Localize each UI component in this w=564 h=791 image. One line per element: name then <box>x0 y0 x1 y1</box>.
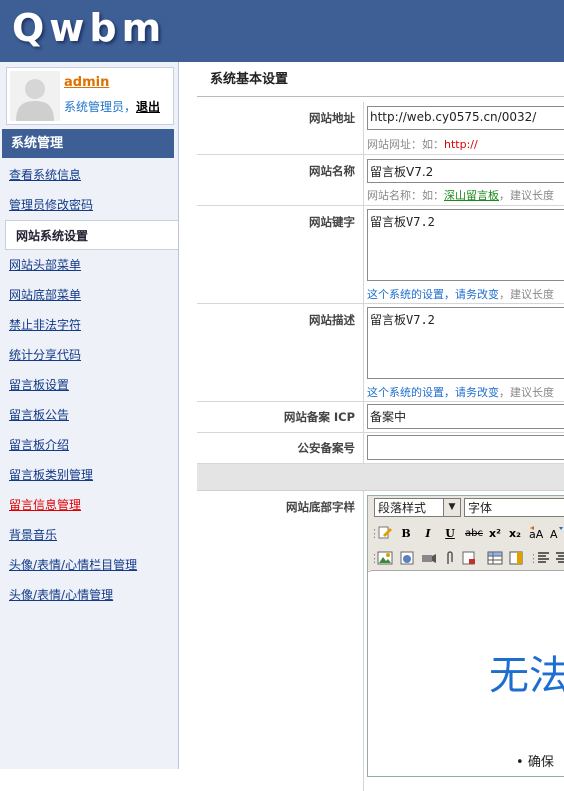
sidebar-item-illegal-chars[interactable]: 禁止非法字符 <box>0 310 178 340</box>
toolbar-grip-icon: ⋮ <box>369 527 380 540</box>
table-icon[interactable] <box>487 550 503 567</box>
section-divider <box>197 464 564 491</box>
attachment-icon[interactable] <box>443 550 457 567</box>
sidebar-item-system-info[interactable]: 查看系统信息 <box>0 160 178 190</box>
sidebar: admin 系统管理员，退出 系统管理 查看系统信息 管理员修改密码 网站系统设… <box>0 62 179 769</box>
sidebar-item-board-notice[interactable]: 留言板公告 <box>0 400 178 430</box>
editor-toolbar-2: ⋮ B I U abc x² x₂ aA A <box>368 521 564 547</box>
row-icp: 网站备案 ICP 备案中 <box>197 402 564 433</box>
align-icon[interactable] <box>555 550 564 567</box>
chevron-down-icon[interactable]: ▼ <box>443 499 460 516</box>
row-police: 公安备案号 <box>197 433 564 464</box>
subscript-icon[interactable]: x₂ <box>507 525 523 542</box>
description-label: 网站描述 <box>197 304 364 401</box>
underline-icon[interactable]: U <box>442 525 458 542</box>
superscript-icon[interactable]: x² <box>487 525 503 542</box>
media-icon[interactable] <box>421 550 437 567</box>
icp-label: 网站备案 ICP <box>197 402 364 432</box>
editor-heading-text: 无法 <box>489 653 564 699</box>
police-label: 公安备案号 <box>197 433 364 463</box>
row-site-name: 网站名称 留言板V7.2 网站名称：如：深山留言板，建议长度 <box>197 155 564 206</box>
username-link[interactable]: admin <box>64 75 109 90</box>
sidebar-item-avatar-column[interactable]: 头像/表情/心情栏目管理 <box>0 550 178 580</box>
image-icon[interactable] <box>377 550 393 567</box>
description-hint: 这个系统的设置，请务改变，建议长度 <box>367 386 554 399</box>
font-value: 字体 <box>468 501 493 515</box>
row-site-url: 网站地址 http://web.cy0575.cn/0032/ 网站网址：如：h… <box>197 102 564 155</box>
avatar <box>10 71 60 121</box>
site-url-label: 网站地址 <box>197 102 364 154</box>
paragraph-style-select[interactable]: 段落样式 ▼ <box>374 498 461 517</box>
bullet-dot-icon: • <box>516 755 524 770</box>
paragraph-style-value: 段落样式 <box>378 501 427 515</box>
toolbar-grip-icon: ⋮ <box>369 552 380 565</box>
user-box: admin 系统管理员，退出 <box>6 67 174 125</box>
insert-icon[interactable] <box>461 550 477 567</box>
site-logo: Qwbm <box>12 6 167 50</box>
font-size-icon[interactable]: aA <box>528 525 546 542</box>
site-url-input[interactable]: http://web.cy0575.cn/0032/ <box>367 106 564 130</box>
font-size-up-icon[interactable]: A <box>549 525 564 542</box>
editor-toolbar-3: ⋮ ⋮ <box>368 546 564 572</box>
keywords-hint: 这个系统的设置，请务改变，建议长度 <box>367 288 554 301</box>
row-keywords: 网站键字 留言板V7.2 这个系统的设置，请务改变，建议长度 <box>197 206 564 304</box>
site-name-hint: 网站名称：如：深山留言板，建议长度 <box>367 189 554 202</box>
site-name-input[interactable]: 留言板V7.2 <box>367 159 564 183</box>
sidebar-item-site-settings[interactable]: 网站系统设置 <box>5 220 178 250</box>
keywords-textarea[interactable]: 留言板V7.2 <box>367 209 564 281</box>
sidebar-title: 系统管理 <box>2 129 174 158</box>
sidebar-item-change-password[interactable]: 管理员修改密码 <box>0 190 178 220</box>
sidebar-item-header-menu[interactable]: 网站头部菜单 <box>0 250 178 280</box>
form-icon[interactable] <box>508 550 524 567</box>
sidebar-item-category-manage[interactable]: 留言板类别管理 <box>0 460 178 490</box>
footer-text-label: 网站底部字样 <box>197 491 364 791</box>
editor-toolbar-1: 段落样式 ▼ 字体 <box>368 496 564 522</box>
paint-format-icon[interactable] <box>377 525 393 542</box>
svg-text:aA: aA <box>529 528 544 541</box>
role-label: 系统管理员 <box>64 100 125 114</box>
site-url-hint: 网站网址：如：http:// <box>367 138 478 151</box>
description-textarea[interactable]: 留言板V7.2 <box>367 307 564 379</box>
page-title: 系统基本设置 <box>197 69 564 97</box>
keywords-label: 网站键字 <box>197 206 364 303</box>
sidebar-item-stats-code[interactable]: 统计分享代码 <box>0 340 178 370</box>
sidebar-item-bg-music[interactable]: 背景音乐 <box>0 520 178 550</box>
svg-text:A: A <box>550 528 558 541</box>
editor-bullet-item: • 确保 <box>516 755 554 770</box>
role-separator: ， <box>124 100 137 114</box>
paragraph-icon[interactable] <box>536 550 552 567</box>
flash-icon[interactable] <box>399 550 415 567</box>
sidebar-item-board-intro[interactable]: 留言板介绍 <box>0 430 178 460</box>
sidebar-menu: 查看系统信息 管理员修改密码 网站系统设置 网站头部菜单 网站底部菜单 禁止非法… <box>0 160 178 610</box>
sidebar-item-board-settings[interactable]: 留言板设置 <box>0 370 178 400</box>
row-description: 网站描述 留言板V7.2 这个系统的设置，请务改变，建议长度 <box>197 304 564 402</box>
bold-icon[interactable]: B <box>398 525 414 542</box>
logout-link[interactable]: 退出 <box>136 100 160 114</box>
site-name-label: 网站名称 <box>197 155 364 205</box>
sidebar-item-footer-menu[interactable]: 网站底部菜单 <box>0 280 178 310</box>
editor-content-area[interactable]: 无法 • 确保 <box>371 570 564 776</box>
toolbar-separator: ⋮ <box>528 552 539 565</box>
role-line: 系统管理员，退出 <box>64 98 160 115</box>
main-panel: 系统基本设置 网站地址 http://web.cy0575.cn/0032/ 网… <box>197 62 564 791</box>
police-input[interactable] <box>367 435 564 460</box>
rich-text-editor: 段落样式 ▼ 字体 ⋮ B I U abc x² x₂ aA A ⋮ ⋮ 无法 … <box>367 495 564 777</box>
icp-input[interactable]: 备案中 <box>367 404 564 429</box>
header: Qwbm <box>0 0 564 62</box>
sidebar-item-avatar-manage[interactable]: 头像/表情/心情管理 <box>0 580 178 610</box>
italic-icon[interactable]: I <box>420 525 436 542</box>
strikethrough-icon[interactable]: abc <box>463 525 485 542</box>
font-select[interactable]: 字体 <box>464 498 564 517</box>
sidebar-item-message-manage[interactable]: 留言信息管理 <box>0 490 178 520</box>
